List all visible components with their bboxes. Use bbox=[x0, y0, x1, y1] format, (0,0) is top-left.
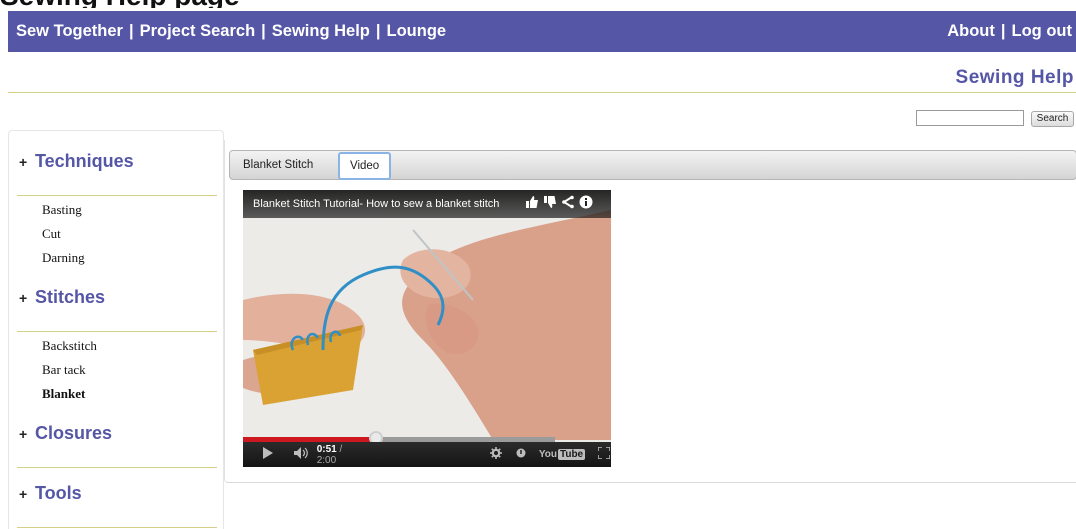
section-title: Sewing Help bbox=[955, 67, 1074, 88]
title-divider bbox=[8, 92, 1076, 93]
nav-log-out[interactable]: Log out bbox=[1012, 22, 1072, 41]
youtube-logo[interactable]: You Tube bbox=[538, 449, 586, 460]
category-closures: + Closures bbox=[19, 423, 112, 444]
category-toggle-techniques[interactable]: + Techniques bbox=[19, 151, 134, 172]
nav-separator: | bbox=[1000, 22, 1006, 40]
main-nav: Sew Together | Project Search | Sewing H… bbox=[16, 22, 446, 41]
nav-separator: | bbox=[375, 22, 381, 40]
youtube-logo-box: Tube bbox=[557, 449, 586, 460]
info-icon[interactable] bbox=[577, 195, 595, 213]
volume-icon[interactable] bbox=[293, 447, 311, 462]
video-controls: 0:51 / 2:00 You Tube bbox=[243, 442, 611, 467]
sidebar-item-darning[interactable]: Darning bbox=[42, 246, 85, 270]
category-label: Closures bbox=[35, 423, 113, 443]
video-title-bar: Blanket Stitch Tutorial- How to sew a bl… bbox=[243, 190, 611, 218]
search-input[interactable] bbox=[916, 110, 1024, 126]
category-divider bbox=[17, 331, 217, 332]
nav-separator: | bbox=[261, 22, 266, 40]
nav-sew-together[interactable]: Sew Together bbox=[16, 22, 123, 41]
share-icon[interactable] bbox=[559, 195, 577, 213]
category-toggle-closures[interactable]: + Closures bbox=[19, 423, 112, 444]
nav-lounge[interactable]: Lounge bbox=[387, 22, 447, 41]
tab-bar: Blanket Stitch Video bbox=[229, 150, 1076, 180]
video-player[interactable]: Blanket Stitch Tutorial- How to sew a bl… bbox=[243, 190, 611, 467]
nav-separator: | bbox=[128, 22, 134, 40]
sidebar: + Techniques Basting Cut Darning + Stitc… bbox=[8, 130, 224, 529]
settings-gear-icon[interactable] bbox=[489, 447, 503, 462]
category-label: Stitches bbox=[35, 287, 106, 307]
category-tools: + Tools bbox=[19, 483, 82, 504]
category-toggle-stitches[interactable]: + Stitches bbox=[19, 287, 105, 308]
thumbs-up-icon[interactable] bbox=[523, 195, 541, 213]
video-actions bbox=[523, 195, 595, 213]
fullscreen-icon[interactable] bbox=[597, 446, 611, 462]
search-button[interactable]: Search bbox=[1031, 111, 1074, 127]
expand-plus-icon: + bbox=[19, 425, 28, 442]
sidebar-item-cut[interactable]: Cut bbox=[42, 222, 85, 246]
sidebar-item-backstitch[interactable]: Backstitch bbox=[42, 334, 97, 358]
time-total: 2:00 bbox=[316, 454, 337, 466]
category-divider bbox=[17, 527, 217, 528]
category-items-techniques: Basting Cut Darning bbox=[42, 198, 85, 270]
user-nav: About | Log out bbox=[947, 22, 1076, 41]
category-toggle-tools[interactable]: + Tools bbox=[19, 483, 82, 504]
annotations-icon[interactable] bbox=[515, 448, 527, 461]
time-separator: / bbox=[336, 443, 343, 455]
top-navigation-bar: Sew Together | Project Search | Sewing H… bbox=[8, 11, 1076, 52]
sidebar-item-blanket[interactable]: Blanket bbox=[42, 382, 97, 406]
sidebar-item-basting[interactable]: Basting bbox=[42, 198, 85, 222]
video-time: 0:51 / 2:00 bbox=[317, 444, 364, 466]
expand-plus-icon: + bbox=[19, 153, 28, 170]
youtube-logo-text: You bbox=[538, 449, 557, 460]
video-frame bbox=[243, 190, 611, 467]
play-icon[interactable] bbox=[261, 447, 275, 462]
nav-project-search[interactable]: Project Search bbox=[140, 22, 256, 41]
category-items-stitches: Backstitch Bar tack Blanket bbox=[42, 334, 97, 406]
tab-video[interactable]: Video bbox=[338, 152, 392, 180]
nav-sewing-help[interactable]: Sewing Help bbox=[272, 22, 370, 41]
nav-about[interactable]: About bbox=[947, 22, 995, 41]
category-label: Tools bbox=[35, 483, 82, 503]
expand-plus-icon: + bbox=[19, 485, 28, 502]
video-title[interactable]: Blanket Stitch Tutorial- How to sew a bl… bbox=[253, 198, 515, 210]
tab-blanket-stitch[interactable]: Blanket Stitch bbox=[233, 154, 323, 178]
category-stitches: + Stitches bbox=[19, 287, 105, 308]
category-label: Techniques bbox=[35, 151, 134, 171]
category-techniques: + Techniques bbox=[19, 151, 134, 172]
category-divider bbox=[17, 467, 217, 468]
thumbs-down-icon[interactable] bbox=[541, 195, 559, 213]
sidebar-item-bar-tack[interactable]: Bar tack bbox=[42, 358, 97, 382]
category-divider bbox=[17, 195, 217, 196]
expand-plus-icon: + bbox=[19, 289, 28, 306]
page-heading: Sewing Help page bbox=[0, 0, 240, 8]
time-current: 0:51 bbox=[316, 443, 337, 455]
